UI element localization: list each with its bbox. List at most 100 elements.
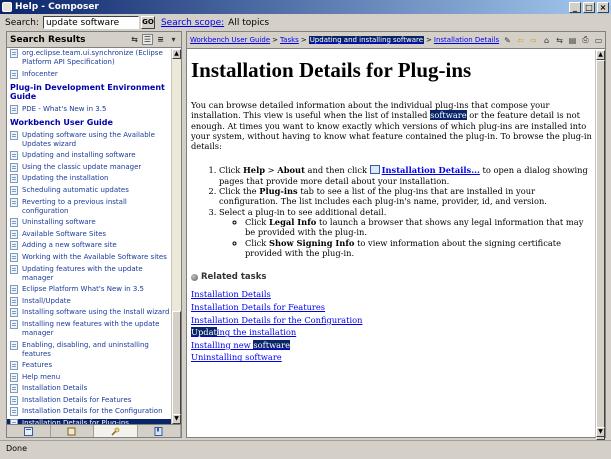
show-in-toc-icon[interactable]: ⇆ (129, 34, 140, 45)
topic-page-icon (10, 174, 18, 184)
list-item[interactable]: Updating the installation (7, 174, 171, 184)
list-item[interactable]: Updating and installing software (7, 151, 171, 161)
list-item[interactable]: Working with the Available Software site… (7, 252, 171, 262)
search-scope-value: All topics (228, 17, 270, 28)
related-tasks-title: Related tasks (191, 272, 595, 282)
list-item[interactable]: Scheduling automatic updates (7, 185, 171, 195)
scroll-down-arrow-icon[interactable]: ▼ (172, 414, 181, 424)
go-button[interactable]: GO (140, 16, 155, 29)
breadcrumb-link[interactable]: Tasks (280, 36, 299, 44)
bookmark-document-icon[interactable]: ▤ (567, 35, 578, 46)
list-item[interactable]: Installing new features with the update … (7, 319, 171, 338)
nav-view-tabs (7, 424, 181, 437)
tab-index[interactable] (51, 425, 94, 437)
topic-page-icon (10, 218, 18, 228)
topic-page-icon (10, 340, 18, 350)
search-results-list: org.eclipse.team.ui.synchronize (Eclipse… (7, 49, 171, 424)
highlight-search-terms-icon[interactable]: ✎ (502, 35, 513, 46)
topic-page-icon (10, 285, 18, 295)
topic-page-icon (10, 319, 18, 329)
tab-bookmarks[interactable] (138, 425, 181, 437)
breadcrumb-link[interactable]: Installation Details (434, 36, 499, 44)
breadcrumb-link[interactable]: Workbench User Guide (190, 36, 270, 44)
scroll-thumb[interactable] (172, 311, 181, 431)
bullet-icon (191, 273, 198, 281)
topic-page-icon (10, 252, 18, 262)
list-item[interactable]: Installing software using the Install wi… (7, 308, 171, 318)
maximize-pane-icon[interactable]: ▭ (593, 35, 604, 46)
minimize-button[interactable]: _ (569, 1, 581, 13)
list-item[interactable]: Help menu (7, 372, 171, 382)
list-item[interactable]: Installation Details for Features (7, 395, 171, 405)
topic-page-icon (10, 384, 18, 394)
topic-page-icon (10, 151, 18, 161)
group-title: Workbench User Guide (10, 117, 113, 127)
sub-step-item: Click Legal Info to launch a browser tha… (245, 217, 595, 238)
view-menu-icon[interactable]: ▾ (168, 34, 179, 45)
topic-page-icon (10, 197, 18, 207)
content-scrollbar[interactable]: ▲ ▼ (595, 50, 605, 440)
installation-details-icon (369, 165, 380, 175)
tab-contents[interactable] (7, 425, 51, 437)
search-scope-link[interactable]: Search scope: (161, 18, 224, 28)
search-input[interactable] (42, 16, 139, 29)
maximize-button[interactable]: □ (583, 1, 595, 13)
installation-details-link[interactable]: Installation Details... (382, 165, 480, 175)
list-item[interactable]: org.eclipse.team.ui.synchronize (Eclipse… (7, 49, 171, 67)
topic-page-icon (10, 372, 18, 382)
search-bar: Search: GO Search scope: All topics (0, 14, 611, 31)
breadcrumb: Workbench User Guide > Tasks > Updating and … (190, 36, 500, 44)
list-item[interactable]: Uninstalling software (7, 218, 171, 228)
list-item[interactable]: Features (7, 361, 171, 371)
topic-page-icon (10, 361, 18, 371)
list-item[interactable]: Updating software using the Available Up… (7, 130, 171, 149)
intro-paragraph: You can browse detailed information abou… (191, 100, 592, 152)
related-link[interactable]: Updating the installation (191, 326, 595, 339)
forward-arrow-icon[interactable]: ⇨ (528, 35, 539, 46)
steps-list: Click Help > About and then click Instal… (191, 165, 595, 258)
scroll-up-arrow-icon[interactable]: ▲ (596, 50, 605, 60)
index-icon (67, 427, 76, 435)
close-button[interactable]: × (597, 1, 609, 13)
step-item: Select a plug-in to see additional detai… (219, 207, 595, 258)
list-item[interactable]: Available Software Sites (7, 229, 171, 239)
list-item[interactable]: Using the classic update manager (7, 162, 171, 172)
related-link[interactable]: Installing new software (191, 339, 595, 352)
related-tasks: Related tasks Installation Details Insta… (191, 272, 595, 364)
related-link[interactable]: Uninstalling software (191, 351, 595, 364)
list-item[interactable]: Installation Details for the Configurati… (7, 407, 171, 417)
search-flashlight-icon (111, 427, 120, 436)
topic-page-icon (10, 308, 18, 318)
breadcrumb-link[interactable]: Updating and installing software (308, 36, 425, 44)
scroll-up-arrow-icon[interactable]: ▲ (172, 49, 181, 59)
list-item[interactable]: Updating features with the update manage… (7, 264, 171, 283)
scroll-thumb[interactable] (596, 60, 605, 440)
list-item[interactable]: Enabling, disabling, and uninstalling fe… (7, 340, 171, 359)
tab-search[interactable] (94, 425, 138, 437)
list-item[interactable]: Adding a new software site (7, 241, 171, 251)
step-item: Click Help > About and then click Instal… (219, 165, 595, 186)
list-item[interactable]: Installation Details (7, 384, 171, 394)
topic-page-icon (10, 49, 18, 58)
related-link[interactable]: Installation Details for Features (191, 301, 595, 314)
print-icon[interactable]: ⎙ (580, 35, 591, 46)
list-item[interactable]: Reverting to a previous install configur… (7, 197, 171, 216)
topic-page-icon (10, 296, 18, 306)
topic-page-icon (10, 104, 18, 114)
list-item[interactable]: Infocenter (7, 69, 171, 79)
title-bar: Help - Composer _ □ × (0, 0, 611, 14)
back-arrow-icon[interactable]: ⇦ (515, 35, 526, 46)
scroll-down-arrow-icon[interactable]: ▼ (596, 427, 605, 437)
show-descriptions-icon[interactable]: ≡ (155, 34, 166, 45)
list-item[interactable]: Eclipse Platform What's New in 3.5 (7, 285, 171, 295)
related-link[interactable]: Installation Details (191, 288, 595, 301)
show-categories-icon[interactable]: ☰ (142, 34, 153, 45)
results-scrollbar[interactable]: ▲ ▼ (171, 49, 181, 431)
home-icon[interactable]: ⌂ (541, 35, 552, 46)
related-link[interactable]: Installation Details for the Configurati… (191, 314, 595, 327)
list-item[interactable]: Install/Update (7, 296, 171, 306)
search-label: Search: (5, 17, 39, 28)
topic-page-icon (10, 162, 18, 172)
list-item[interactable]: PDE - What's New in 3.5 (7, 104, 171, 114)
show-in-contents-icon[interactable]: ⇆ (554, 35, 565, 46)
